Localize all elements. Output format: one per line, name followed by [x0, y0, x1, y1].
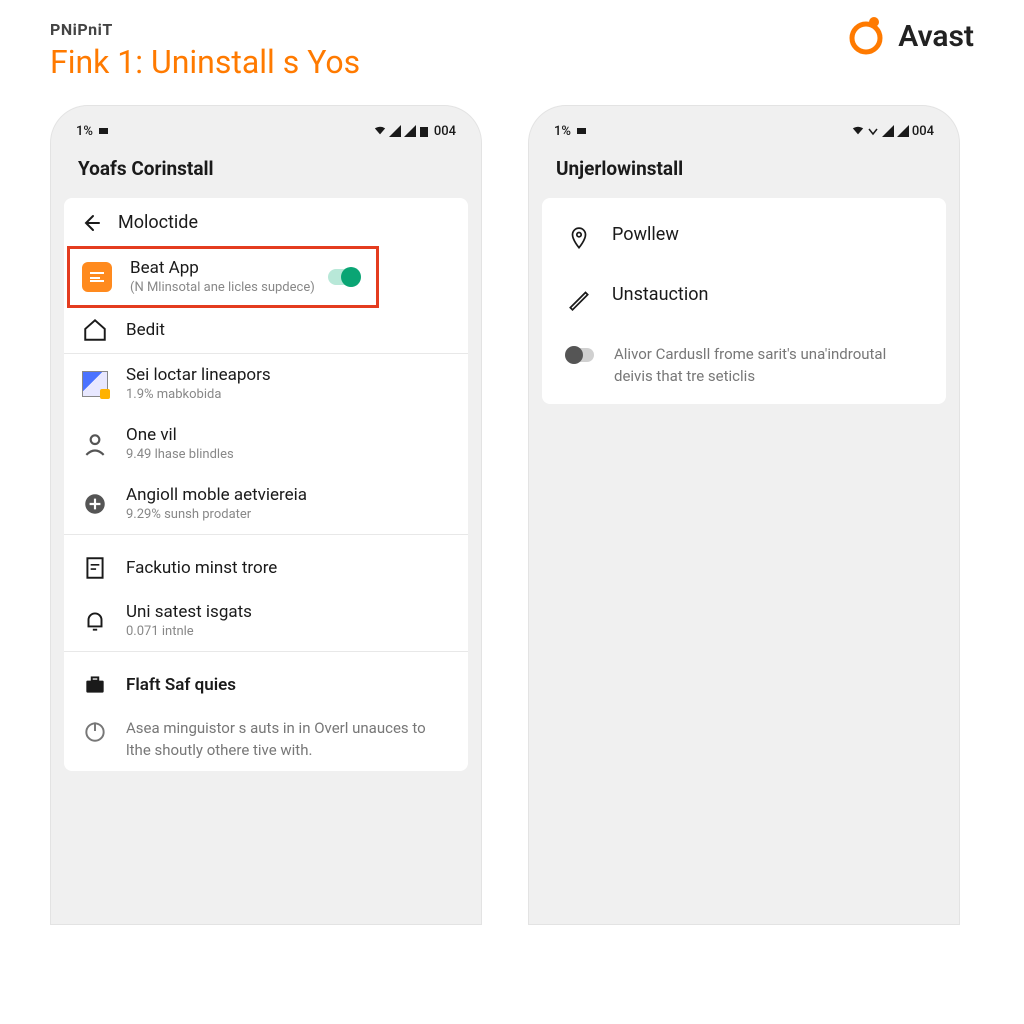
left-content: Moloctide Beat App (N Mlinsotal ane licl…: [64, 198, 468, 771]
avast-brand-text: Avast: [898, 19, 974, 54]
battery-icon: [98, 125, 110, 137]
list-item[interactable]: Angioll moble aetviereia 9.29% sunsh pro…: [64, 474, 468, 535]
menu-item-title: Unstauction: [612, 284, 922, 305]
list-item-sub: 0.071 intnle: [126, 624, 450, 641]
cell-icon: [404, 125, 416, 137]
back-row[interactable]: Moloctide: [64, 198, 468, 247]
down-arrow-icon: [867, 125, 879, 137]
person-icon: [82, 431, 108, 457]
list-item[interactable]: Bedit: [64, 307, 468, 354]
list-item-sub: 9.49 lhase blindles: [126, 447, 450, 464]
footer-text: Asea minguistor s auts in in Overl unauc…: [126, 718, 450, 762]
right-content: Powllew Unstauction Alivor Cardusll from…: [542, 198, 946, 404]
avast-brand: Avast: [844, 14, 974, 58]
status-bar: 1% 004: [64, 119, 468, 143]
signal-icon: [389, 125, 401, 137]
left-screen-title: Yoafs Corinstall: [64, 143, 468, 198]
cell-icon: [897, 125, 909, 137]
list-item[interactable]: Fackutio minst trore: [64, 545, 468, 591]
list-item-sub: 9.29% sunsh prodater: [126, 507, 450, 524]
app-toggle[interactable]: [328, 269, 360, 285]
clock-text: 004: [912, 124, 934, 139]
list-item-title: Sei loctar lineapors: [126, 364, 450, 386]
list-item-title: Bedit: [126, 319, 450, 341]
avast-logo-icon: [844, 14, 888, 58]
list-item-sub: 1.9% mabkobida: [126, 387, 450, 404]
page-header: PNiPniT Fink 1: Uninstall s Yos Avast: [50, 20, 974, 81]
picture-icon: [82, 371, 108, 397]
status-bar: 1% 004: [542, 119, 946, 143]
switch-description: Alivor Cardusll frome sarit's una'indrou…: [614, 344, 922, 388]
briefcase-icon: [82, 672, 108, 698]
toggle-off[interactable]: [566, 348, 594, 362]
brand-small: PNiPniT: [50, 20, 360, 39]
list-item[interactable]: Sei loctar lineapors 1.9% mabkobida: [64, 354, 468, 414]
list-item-title: Fackutio minst trore: [126, 557, 450, 579]
phone-left: 1% 004 Yoafs Corinstall Moloctide Beat A…: [50, 105, 482, 925]
wifi-icon: [852, 125, 864, 137]
clock-text: 004: [434, 124, 456, 139]
battery-percent: 1%: [554, 124, 571, 139]
list-item[interactable]: One vil 9.49 lhase blindles: [64, 414, 468, 474]
bell-icon: [82, 608, 108, 634]
list-item-title: Uni satest isgats: [126, 601, 450, 623]
phones-container: 1% 004 Yoafs Corinstall Moloctide Beat A…: [50, 105, 974, 925]
battery-icon: [576, 125, 588, 137]
switch-row[interactable]: Alivor Cardusll frome sarit's una'indrou…: [542, 328, 946, 404]
battery-percent: 1%: [76, 124, 93, 139]
power-icon: [82, 718, 108, 744]
highlighted-title: Beat App: [130, 257, 360, 279]
phone-right: 1% 004 Unjerlowinstall Powllew Unstaucti…: [528, 105, 960, 925]
menu-item-title: Powllew: [612, 224, 922, 245]
highlighted-sub: (N Mlinsotal ane licles supdece): [130, 280, 360, 297]
list-item[interactable]: Flaft Saf quies: [64, 662, 468, 708]
list-item[interactable]: Uni satest isgats 0.071 intnle: [64, 591, 468, 652]
pin-icon: [566, 226, 592, 252]
plus-circle-icon: [82, 491, 108, 517]
app-icon: [82, 262, 112, 292]
battery-icon-2: [419, 125, 431, 137]
back-arrow-icon: [82, 214, 100, 232]
right-screen-title: Unjerlowinstall: [542, 143, 946, 198]
footer-row: Asea minguistor s auts in in Overl unauc…: [64, 708, 468, 772]
list-item-title: Angioll moble aetviereia: [126, 484, 450, 506]
home-icon: [82, 317, 108, 343]
step-title: Fink 1: Uninstall s Yos: [50, 43, 360, 81]
doc-icon: [82, 555, 108, 581]
menu-item-powllew[interactable]: Powllew: [542, 208, 946, 268]
list-item-title: One vil: [126, 424, 450, 446]
signal-icon: [882, 125, 894, 137]
pen-icon: [566, 286, 592, 312]
menu-item-unstauction[interactable]: Unstauction: [542, 268, 946, 328]
highlighted-app-row[interactable]: Beat App (N Mlinsotal ane licles supdece…: [68, 247, 378, 307]
list-item-title: Flaft Saf quies: [126, 674, 450, 696]
back-label: Moloctide: [118, 212, 198, 233]
wifi-icon: [374, 125, 386, 137]
